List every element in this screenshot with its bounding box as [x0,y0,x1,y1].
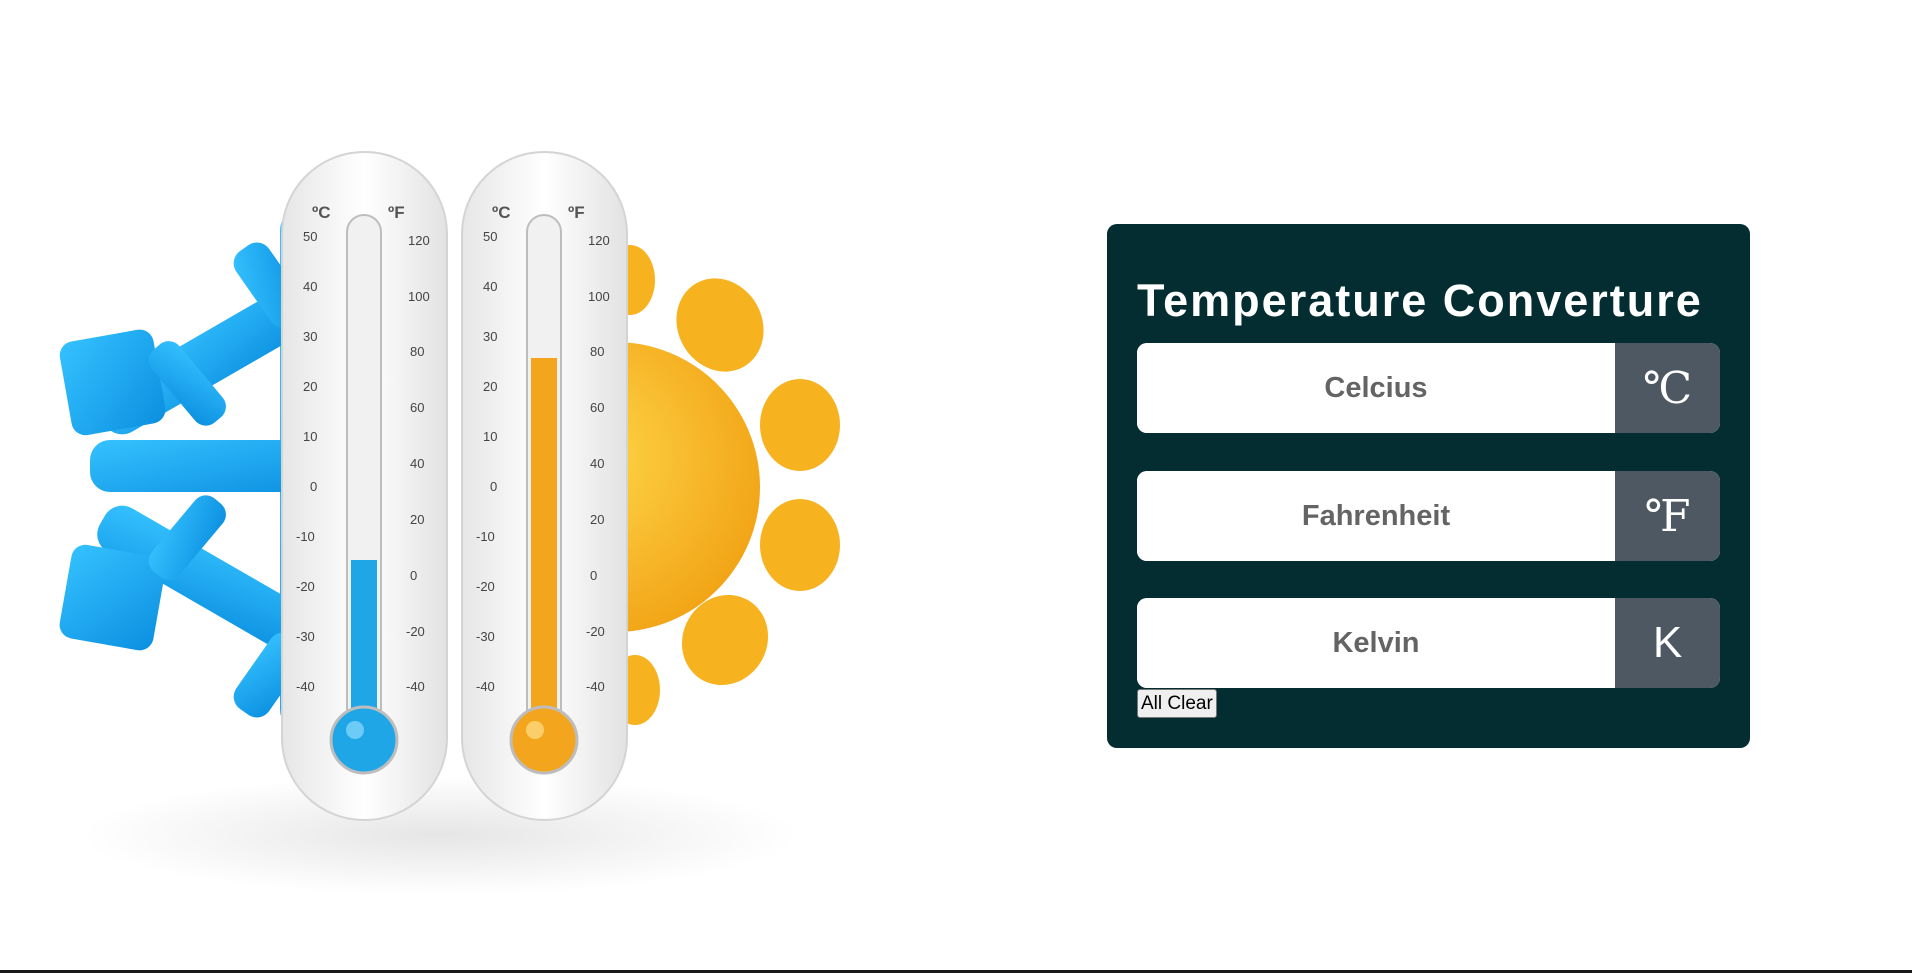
kelvin-unit-label: K [1615,598,1720,688]
cold-f-tick: 120 [408,233,430,248]
celsius-row: ℃ [1137,343,1720,433]
cold-f-tick: 60 [410,400,424,415]
hot-f-tick: 20 [590,512,604,527]
cold-f-tick: 0 [410,568,417,583]
cold-c-tick: 20 [303,379,317,394]
fahrenheit-row: ℉ [1137,471,1720,561]
hot-c-tick: -40 [476,679,495,694]
hot-f-tick: 0 [590,568,597,583]
hot-c-tick: 40 [483,279,497,294]
cold-c-tick: -20 [296,579,315,594]
all-clear-button[interactable]: All Clear [1137,689,1217,718]
cold-c-tick: -40 [296,679,315,694]
celsius-unit-label: ℃ [1615,343,1720,433]
converter-panel: Temperature Converture ℃ ℉ K All Clear [1107,224,1750,748]
ground-shadow [80,775,800,895]
hot-c-tick: -10 [476,529,495,544]
hot-mercury-fill [531,358,557,730]
cold-fahrenheit-symbol: ºF [388,203,405,222]
hot-c-tick: 20 [483,379,497,394]
converter-title: Temperature Converture [1137,275,1703,326]
cold-mercury-fill [351,560,377,730]
cold-c-tick: 30 [303,329,317,344]
hot-f-tick: 40 [590,456,604,471]
cold-c-tick: -30 [296,629,315,644]
cold-f-tick: -20 [406,624,425,639]
hot-f-tick: -40 [586,679,605,694]
cold-c-tick: 0 [310,479,317,494]
cold-f-tick: 20 [410,512,424,527]
hot-c-tick: -20 [476,579,495,594]
cold-c-tick: -10 [296,529,315,544]
celsius-input[interactable] [1137,343,1615,433]
kelvin-row: K [1137,598,1720,688]
cold-thermometer: ºC ºF 50 40 30 20 10 0 -10 -20 -30 -40 1… [281,151,448,821]
cold-f-tick: 40 [410,456,424,471]
cold-f-tick: -40 [406,679,425,694]
hot-c-tick: 30 [483,329,497,344]
fahrenheit-input[interactable] [1137,471,1615,561]
hot-celsius-symbol: ºC [492,203,511,222]
fahrenheit-unit-label: ℉ [1615,471,1720,561]
hot-c-tick: 10 [483,429,497,444]
hot-f-tick: 80 [590,344,604,359]
cold-f-tick: 80 [410,344,424,359]
hot-c-tick: 0 [490,479,497,494]
weather-thermometer-illustration: ºC ºF 50 40 30 20 10 0 -10 -20 -30 -40 1… [59,151,840,895]
hot-fahrenheit-symbol: ºF [568,203,585,222]
cold-c-tick: 10 [303,429,317,444]
hot-f-tick: 120 [588,233,610,248]
cold-f-tick: 100 [408,289,430,304]
hot-f-tick: -20 [586,624,605,639]
hot-f-tick: 100 [588,289,610,304]
hot-thermometer: ºC ºF 50 40 30 20 10 0 -10 -20 -30 -40 1… [461,151,628,821]
cold-c-tick: 40 [303,279,317,294]
hot-c-tick: 50 [483,229,497,244]
cold-c-tick: 50 [303,229,317,244]
cold-celsius-symbol: ºC [312,203,331,222]
hot-c-tick: -30 [476,629,495,644]
hot-f-tick: 60 [590,400,604,415]
kelvin-input[interactable] [1137,598,1615,688]
